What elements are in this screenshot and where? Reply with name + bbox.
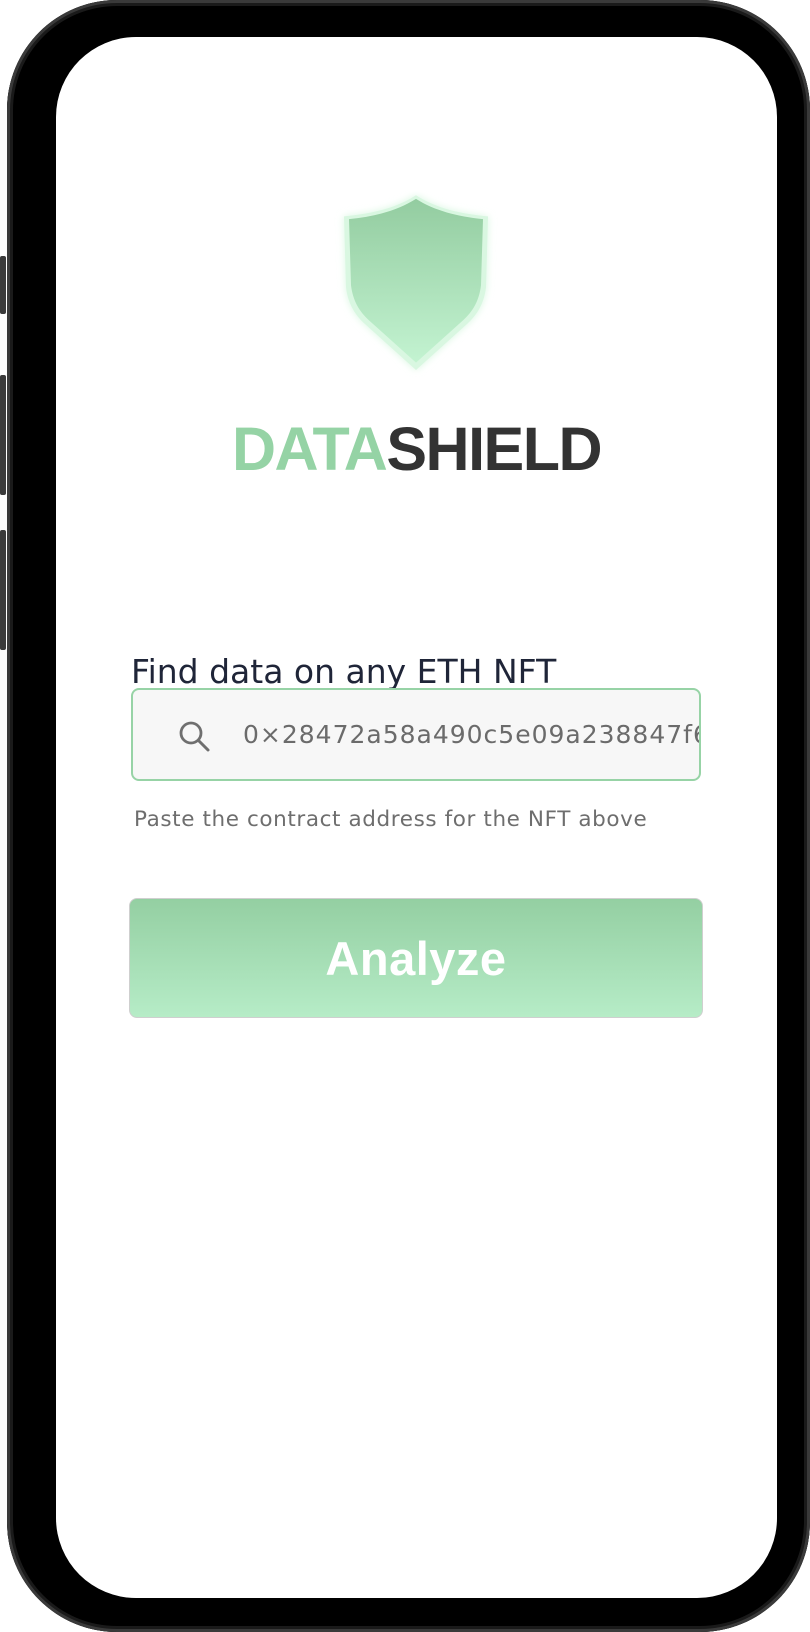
- volume-up-button: [0, 375, 6, 495]
- brand-part-data: DATA: [231, 415, 388, 483]
- brand-logo: DATASHIELD: [56, 419, 777, 480]
- shield-icon: [344, 195, 488, 370]
- helper-text: Paste the contract address for the NFT a…: [134, 807, 648, 832]
- analyze-button-label: Analyze: [325, 931, 507, 985]
- app-screen: DATASHIELD Find data on any ETH NFT Past…: [56, 37, 777, 1598]
- contract-address-input[interactable]: [243, 690, 699, 779]
- analyze-button[interactable]: Analyze: [129, 898, 703, 1018]
- search-icon: [179, 721, 210, 752]
- brand-part-shield: SHIELD: [386, 415, 602, 483]
- search-field[interactable]: [131, 688, 701, 781]
- volume-down-button: [0, 530, 6, 650]
- phone-frame: DATASHIELD Find data on any ETH NFT Past…: [7, 0, 810, 1632]
- mute-switch: [0, 256, 6, 314]
- search-prompt: Find data on any ETH NFT: [131, 652, 557, 691]
